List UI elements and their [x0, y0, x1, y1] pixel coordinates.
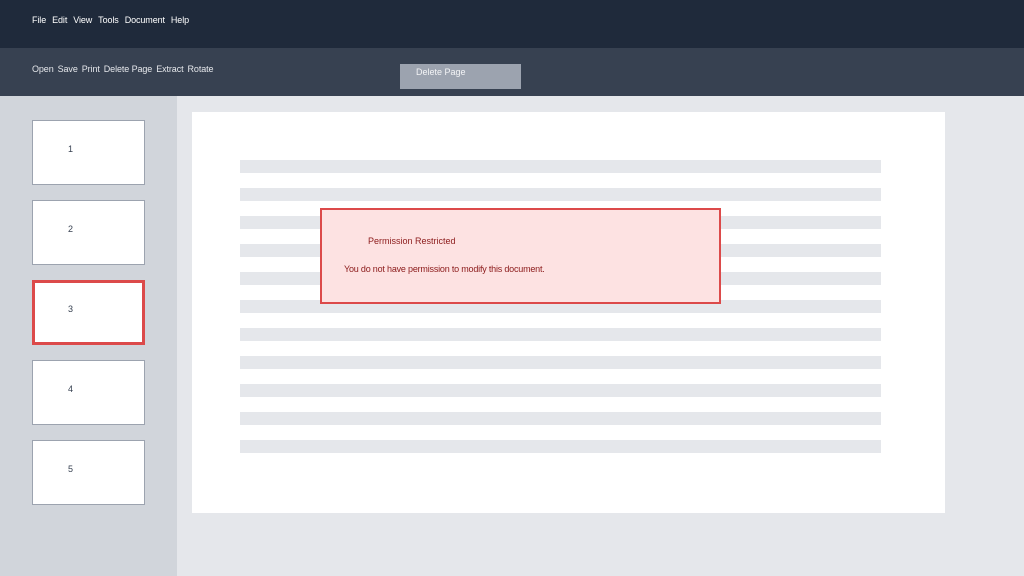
delete-page-button[interactable]: Delete Page	[104, 64, 153, 74]
alert-message: You do not have permission to modify thi…	[344, 264, 545, 274]
menu-items: File Edit View Tools Document Help	[32, 15, 189, 25]
page-thumbnail-4[interactable]: 4	[32, 360, 145, 425]
menu-document[interactable]: Document	[125, 15, 165, 25]
text-line-placeholder	[240, 160, 881, 173]
thumbnail-label: 3	[68, 304, 74, 314]
menu-help[interactable]: Help	[171, 15, 189, 25]
print-button[interactable]: Print	[82, 64, 100, 74]
menu-file[interactable]: File	[32, 15, 46, 25]
menu-tools[interactable]: Tools	[98, 15, 119, 25]
text-line-placeholder	[240, 328, 881, 341]
extract-button[interactable]: Extract	[156, 64, 183, 74]
alert-title: Permission Restricted	[368, 236, 456, 246]
toolbar-items: Open Save Print Delete Page Extract Rota…	[32, 64, 214, 74]
page-thumbnail-1[interactable]: 1	[32, 120, 145, 185]
permission-alert: Permission Restricted You do not have pe…	[320, 208, 721, 304]
thumbnail-label: 1	[68, 144, 74, 154]
thumbnail-label: 5	[68, 464, 74, 474]
thumbnail-label: 4	[68, 384, 74, 394]
menu-bar: File Edit View Tools Document Help	[0, 0, 1024, 48]
open-button[interactable]: Open	[32, 64, 54, 74]
document-page	[192, 112, 945, 513]
thumbnail-label: 2	[68, 224, 74, 234]
menu-view[interactable]: View	[73, 15, 92, 25]
page-thumbnail-3[interactable]: 3	[32, 280, 145, 345]
text-line-placeholder	[240, 412, 881, 425]
menu-edit[interactable]: Edit	[52, 15, 67, 25]
text-line-placeholder	[240, 384, 881, 397]
text-line-placeholder	[240, 188, 881, 201]
page-thumbnail-5[interactable]: 5	[32, 440, 145, 505]
rotate-button[interactable]: Rotate	[188, 64, 214, 74]
delete-page-tooltip: Delete Page	[400, 64, 521, 89]
text-line-placeholder	[240, 356, 881, 369]
text-line-placeholder	[240, 440, 881, 453]
save-button[interactable]: Save	[58, 64, 78, 74]
page-thumbnail-2[interactable]: 2	[32, 200, 145, 265]
